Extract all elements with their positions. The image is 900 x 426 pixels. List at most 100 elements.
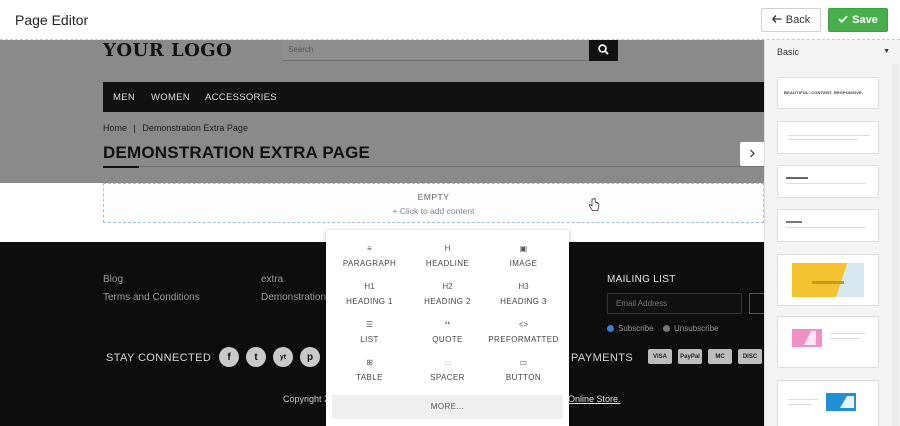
block-template-panel: Basic ▼ BEAUTIFUL. CONTENT. RESPONSIVE. xyxy=(764,40,900,426)
subscribe-label: Subscribe xyxy=(618,324,654,333)
picker-item-table[interactable]: ⊞ TABLE xyxy=(329,358,410,382)
template-thumb-2[interactable] xyxy=(777,121,879,154)
mastercard-icon: MC xyxy=(708,349,732,364)
picker-item-label: PREFORMATTED xyxy=(488,335,559,344)
picker-item-label: LIST xyxy=(360,335,379,344)
button-icon: ▭ xyxy=(519,358,528,367)
youtube-icon[interactable]: yt xyxy=(273,347,293,367)
title-underline xyxy=(103,166,139,168)
picker-item-heading-3[interactable]: H3 HEADING 3 xyxy=(483,282,564,306)
thumb-image-pink xyxy=(792,329,822,347)
picker-item-label: HEADING 1 xyxy=(346,297,393,306)
template-thumb-4[interactable] xyxy=(777,209,879,242)
picker-item-label: HEADING 2 xyxy=(424,297,471,306)
title-divider xyxy=(103,166,764,167)
thumb-heading-line xyxy=(786,177,808,179)
image-icon: ▣ xyxy=(519,244,528,253)
arrow-left-icon xyxy=(771,14,782,26)
thumb-image-sky xyxy=(836,263,864,297)
site-nav: MEN WOMEN ACCESSORIES xyxy=(103,82,764,112)
page-title: DEMONSTRATION EXTRA PAGE xyxy=(103,143,371,162)
chevron-right-icon xyxy=(749,145,756,163)
breadcrumb-separator: | xyxy=(133,123,136,133)
mailing-list-title: MAILING LIST xyxy=(607,274,676,285)
picker-item-label: QUOTE xyxy=(432,335,463,344)
back-button[interactable]: Back xyxy=(761,8,821,32)
copyright-store-link[interactable]: Online Store. xyxy=(568,394,621,404)
page-header-overlay[interactable]: YOUR LOGO Search MEN WOMEN ACCESSORIES H… xyxy=(0,40,764,183)
thumb-image-shape xyxy=(840,396,854,408)
quote-icon: ❛❛ xyxy=(444,320,451,329)
footer-link-demonstration[interactable]: Demonstration xyxy=(261,292,326,303)
save-label: Save xyxy=(852,14,878,26)
email-address-input[interactable]: Email Address xyxy=(607,293,742,314)
footer-link-blog[interactable]: Blog xyxy=(103,274,123,285)
footer-link-terms[interactable]: Terms and Conditions xyxy=(103,292,200,303)
breadcrumb-home[interactable]: Home xyxy=(103,123,127,133)
picker-item-list[interactable]: ☰ LIST xyxy=(329,320,410,344)
radio-selected-icon xyxy=(607,325,614,332)
thumb-text-line xyxy=(786,183,866,184)
picker-item-label: BUTTON xyxy=(505,373,542,382)
unsubscribe-radio[interactable]: Unsubscribe xyxy=(663,324,718,333)
search-button[interactable] xyxy=(589,40,618,61)
thumb-text-line xyxy=(788,135,870,136)
template-thumb-3[interactable] xyxy=(777,165,879,198)
picker-item-preformatted[interactable]: <> PREFORMATTED xyxy=(483,320,564,344)
twitter-icon[interactable]: t xyxy=(246,347,266,367)
panel-scrollbar[interactable] xyxy=(892,64,899,426)
template-thumb-7[interactable] xyxy=(777,380,879,426)
heading-3-icon: H3 xyxy=(518,282,529,291)
caret-down-icon: ▼ xyxy=(883,48,890,55)
add-content-hint[interactable]: + Click to add content xyxy=(104,206,763,216)
expand-panel-button[interactable] xyxy=(740,142,764,166)
nav-item-women[interactable]: WOMEN xyxy=(151,92,190,103)
copyright-period: . xyxy=(618,394,621,404)
site-logo: YOUR LOGO xyxy=(103,40,233,61)
picker-item-headline[interactable]: H HEADLINE xyxy=(407,244,488,268)
facebook-icon[interactable]: f xyxy=(219,347,239,367)
heading-2-icon: H2 xyxy=(442,282,453,291)
paragraph-icon: ≡ xyxy=(367,244,372,253)
thumb-image-shape xyxy=(804,331,816,345)
pinterest-icon[interactable]: p xyxy=(300,347,320,367)
subscribe-submit-button[interactable] xyxy=(749,293,764,314)
picker-item-label: TABLE xyxy=(356,373,383,382)
template-thumb-6[interactable] xyxy=(777,316,879,368)
picker-item-heading-2[interactable]: H2 HEADING 2 xyxy=(407,282,488,306)
site-search-input[interactable]: Search xyxy=(282,40,589,61)
picker-item-paragraph[interactable]: ≡ PARAGRAPH xyxy=(329,244,410,268)
thumb-text-line xyxy=(788,399,818,400)
picker-item-heading-1[interactable]: H1 HEADING 1 xyxy=(329,282,410,306)
template-category-select[interactable]: Basic ▼ xyxy=(765,40,900,64)
list-icon: ☰ xyxy=(365,320,374,329)
discover-icon: DISC xyxy=(738,349,762,364)
thumb-text-line xyxy=(786,227,866,228)
store-link-text: Online Store xyxy=(568,394,619,404)
nav-item-men[interactable]: MEN xyxy=(113,92,135,103)
picker-item-label: SPACER xyxy=(430,373,465,382)
template-thumb-1[interactable]: BEAUTIFUL. CONTENT. RESPONSIVE. xyxy=(777,77,879,109)
thumb-heading-line xyxy=(786,221,802,223)
picker-item-image[interactable]: ▣ IMAGE xyxy=(483,244,564,268)
save-button[interactable]: Save xyxy=(828,8,888,32)
nav-item-accessories[interactable]: ACCESSORIES xyxy=(205,92,277,103)
unsubscribe-label: Unsubscribe xyxy=(674,324,719,333)
thumb-heading-text: BEAUTIFUL. CONTENT. RESPONSIVE. xyxy=(784,90,864,95)
stay-connected-title: STAY CONNECTED xyxy=(106,352,212,364)
subscribe-radio[interactable]: Subscribe xyxy=(607,324,654,333)
thumb-image-stripe xyxy=(812,281,844,284)
empty-block-title: EMPTY xyxy=(417,192,450,202)
code-icon: <> xyxy=(518,320,529,329)
back-label: Back xyxy=(785,14,811,26)
picker-item-spacer[interactable]: ▭ SPACER xyxy=(407,358,488,382)
heading-1-icon: H1 xyxy=(364,282,375,291)
footer-link-extra[interactable]: extra xyxy=(261,274,283,285)
more-button[interactable]: MORE... xyxy=(332,395,563,419)
picker-item-label: PARAGRAPH xyxy=(342,259,397,268)
picker-item-button[interactable]: ▭ BUTTON xyxy=(483,358,564,382)
template-thumb-5[interactable] xyxy=(777,254,879,306)
picker-item-quote[interactable]: ❛❛ QUOTE xyxy=(407,320,488,344)
picker-item-label: HEADING 3 xyxy=(500,297,547,306)
empty-content-block[interactable]: EMPTY + Click to add content xyxy=(103,183,764,223)
